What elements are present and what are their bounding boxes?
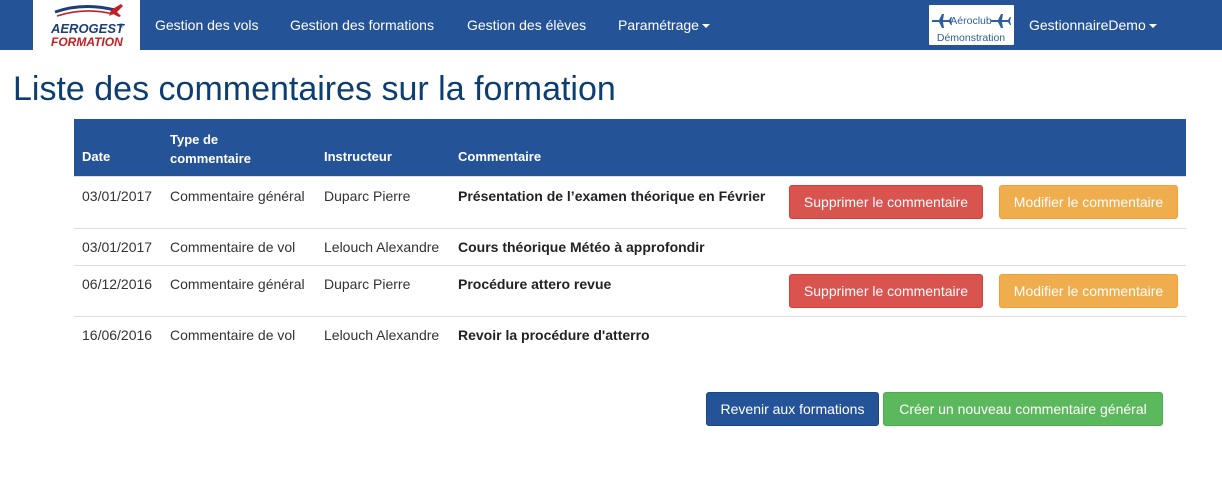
cell-instructor: Lelouch Alexandre [324,327,440,343]
aeroclub-badge-graphic: Aéroclub Démonstration [932,14,1011,44]
cell-type: Commentaire de vol [170,239,296,255]
header-type: Type de commentaire [170,130,251,168]
table-row: 06/12/2016 Commentaire général Duparc Pi… [74,265,1186,316]
table-header: Date Type de commentaire Instructeur Com… [74,119,1186,176]
cell-type: Commentaire général [170,276,305,292]
caret-down-icon [1148,24,1157,29]
table-row: 16/06/2016 Commentaire de vol Lelouch Al… [74,316,1186,353]
cell-comment: Présentation de l’examen théorique en Fé… [458,188,766,204]
nav-parametrage-dropdown[interactable]: Paramétrage [618,0,710,50]
user-menu-dropdown[interactable]: GestionnaireDemo [1029,0,1157,50]
table-row: 03/01/2017 Commentaire général Duparc Pi… [74,176,1186,228]
caret-down-icon [701,24,710,29]
svg-text:AEROGEST: AEROGEST [50,21,125,36]
cell-instructor: Lelouch Alexandre [324,239,440,255]
cell-date: 03/01/2017 [82,188,153,204]
page-title: Liste des commentaires sur la formation [13,70,616,108]
header-type-line1: Type de [170,132,219,147]
svg-text:FORMATION: FORMATION [51,35,123,49]
cell-date: 03/01/2017 [82,239,153,255]
aeroclub-badge: Aéroclub Démonstration [929,5,1014,45]
aerogest-logo[interactable]: AEROGEST ® FORMATION [33,0,140,50]
nav-gestion-vols[interactable]: Gestion des vols [155,0,259,50]
edit-comment-button[interactable]: Modifier le commentaire [999,274,1178,308]
header-type-line2: commentaire [170,151,251,166]
svg-text:Aéroclub: Aéroclub [950,15,992,27]
svg-text:®: ® [119,23,124,30]
edit-comment-button[interactable]: Modifier le commentaire [999,185,1178,219]
create-general-comment-button[interactable]: Créer un nouveau commentaire général [883,392,1163,426]
top-navbar: AEROGEST ® FORMATION Gestion des vols Ge… [0,0,1222,50]
cell-type: Commentaire de vol [170,327,296,343]
delete-comment-button[interactable]: Supprimer le commentaire [789,274,983,308]
nav-gestion-formations[interactable]: Gestion des formations [290,0,434,50]
cell-comment: Procédure attero revue [458,276,612,292]
delete-comment-button[interactable]: Supprimer le commentaire [789,185,983,219]
airplane-icon [991,14,1011,28]
aerogest-logo-graphic: AEROGEST ® FORMATION [50,4,125,49]
nav-gestion-eleves[interactable]: Gestion des élèves [467,0,586,50]
cell-type: Commentaire général [170,188,305,204]
airplane-icon [932,14,952,28]
comments-table: Date Type de commentaire Instructeur Com… [74,119,1186,353]
back-to-formations-button[interactable]: Revenir aux formations [706,392,879,426]
svg-text:Démonstration: Démonstration [937,32,1005,44]
cell-comment: Cours théorique Météo à approfondir [458,239,705,255]
cell-comment: Revoir la procédure d'atterro [458,327,650,343]
user-menu-label: GestionnaireDemo [1029,17,1146,33]
header-comment: Commentaire [458,149,542,164]
cell-date: 16/06/2016 [82,327,153,343]
header-instructor: Instructeur [324,149,392,164]
cell-date: 06/12/2016 [82,276,153,292]
cell-instructor: Duparc Pierre [324,276,411,292]
nav-parametrage-label: Paramétrage [618,17,699,33]
header-date: Date [82,149,111,164]
cell-instructor: Duparc Pierre [324,188,411,204]
plane-icon [109,4,123,17]
table-row: 03/01/2017 Commentaire de vol Lelouch Al… [74,228,1186,265]
